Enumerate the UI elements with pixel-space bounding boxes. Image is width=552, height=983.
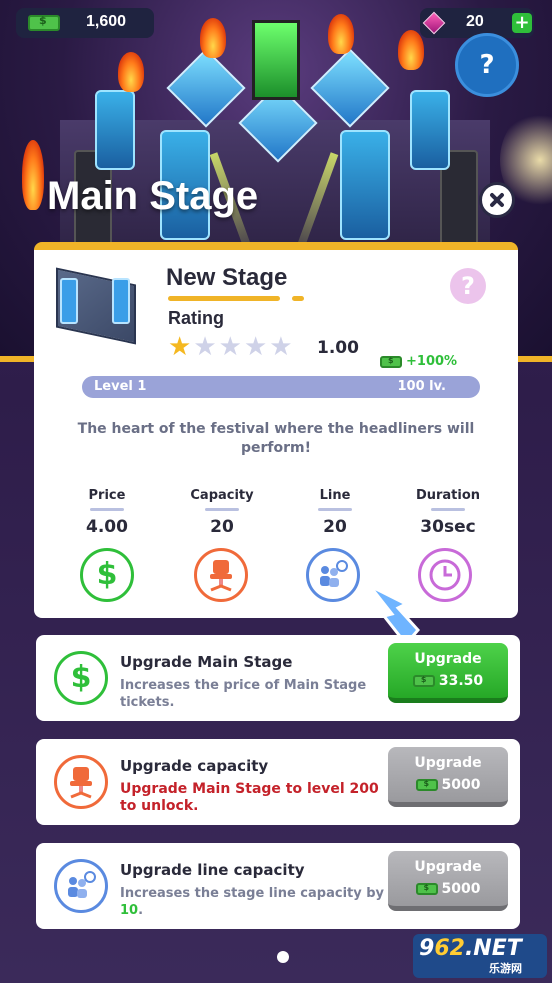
- upgrade-cost: 5000: [388, 777, 508, 793]
- rating-stars: ★★★★★: [168, 334, 295, 360]
- bonus-value: +100%: [406, 354, 458, 369]
- name-underline: [168, 296, 280, 301]
- light-tower: [95, 90, 135, 170]
- cash-value: 1,600: [86, 13, 127, 30]
- watermark-brand: 962.NET: [419, 936, 522, 961]
- rating-value: 1.00: [317, 338, 359, 358]
- stage-name: New Stage: [166, 264, 288, 291]
- video-screen: [252, 20, 300, 100]
- cash-icon: [28, 14, 60, 31]
- income-bonus: +100%: [380, 354, 457, 369]
- chair-icon: [54, 755, 108, 809]
- current-level: Level 1: [94, 379, 147, 394]
- upgrade-line-capacity-button[interactable]: Upgrade 5000: [388, 851, 508, 911]
- stage-description: The heart of the festival where the head…: [77, 421, 475, 456]
- chair-icon: [194, 548, 248, 602]
- diamond-light: [166, 48, 246, 128]
- upgrade-cost: 5000: [388, 881, 508, 897]
- stat-line: Line 20: [290, 488, 380, 537]
- stat-label: Line: [319, 488, 351, 503]
- upgrade-button-label: Upgrade: [414, 755, 482, 771]
- close-button[interactable]: [479, 182, 515, 218]
- upgrade-card-line-capacity: Upgrade line capacity Increases the stag…: [36, 843, 520, 929]
- page-indicator: [277, 951, 289, 963]
- upgrade-card-main-stage: $ Upgrade Main Stage Increases the price…: [36, 635, 520, 721]
- dollar-icon: $: [80, 548, 134, 602]
- buy-gems-button[interactable]: +: [512, 13, 532, 33]
- level-progress-bar: Level 1 100 lv.: [82, 376, 480, 398]
- light-tower: [340, 130, 390, 240]
- cash-icon: [415, 883, 438, 895]
- stat-label: Duration: [415, 488, 481, 503]
- stat-value: 20: [323, 517, 347, 537]
- upgrade-amount: 10: [120, 903, 139, 918]
- upgrade-title: Upgrade Main Stage: [120, 653, 293, 671]
- stat-value: 20: [210, 517, 234, 537]
- queue-icon: [306, 548, 360, 602]
- clock-icon: [418, 548, 472, 602]
- upgrade-description: Increases the price of Main Stage ticket…: [120, 678, 367, 710]
- stat-capacity: Capacity 20: [177, 488, 267, 537]
- dollar-icon: $: [54, 651, 108, 705]
- upgrade-title: Upgrade line capacity: [120, 861, 305, 879]
- flame: [328, 14, 354, 54]
- gem-value: 20: [466, 13, 484, 30]
- info-help-button[interactable]: ?: [450, 268, 486, 304]
- help-button[interactable]: ?: [455, 33, 519, 97]
- diamond-light: [310, 48, 390, 128]
- stage-building-icon: [48, 260, 144, 350]
- upgrade-lock-message: Upgrade Main Stage to level 200 to unloc…: [120, 781, 379, 814]
- stat-value: 4.00: [86, 517, 128, 537]
- rating-label: Rating: [168, 308, 224, 328]
- upgrade-button-label: Upgrade: [414, 859, 482, 875]
- stat-duration: Duration 30sec: [403, 488, 493, 537]
- upgrade-main-stage-button[interactable]: Upgrade 33.50: [388, 643, 508, 703]
- star-empty-icon: ★: [243, 332, 270, 362]
- flame: [118, 52, 144, 92]
- site-watermark: 962.NET 乐游网: [413, 934, 547, 978]
- light-tower: [410, 90, 450, 170]
- flame: [22, 140, 44, 210]
- upgrade-card-capacity: Upgrade capacity Upgrade Main Stage to l…: [36, 739, 520, 825]
- upgrade-button-label: Upgrade: [414, 651, 482, 667]
- star-filled-icon: ★: [168, 332, 194, 362]
- star-empty-icon: ★: [218, 332, 244, 362]
- cash-icon: [415, 779, 438, 791]
- stat-label: Price: [88, 488, 126, 503]
- upgrade-title: Upgrade capacity: [120, 757, 269, 775]
- stage-info-card: New Stage Rating ★★★★★ 1.00 ? +100% Leve…: [34, 242, 518, 618]
- flame: [200, 18, 226, 58]
- upgrade-cost: 33.50: [388, 673, 508, 689]
- upgrade-capacity-button[interactable]: Upgrade 5000: [388, 747, 508, 807]
- flame: [398, 30, 424, 70]
- queue-icon: [54, 859, 108, 913]
- stat-value: 30sec: [420, 517, 476, 537]
- upgrade-description: Increases the stage line capacity by 10.: [120, 886, 385, 918]
- name-underline: [292, 296, 304, 301]
- stat-label: Capacity: [190, 488, 254, 503]
- cash-icon: [412, 675, 435, 687]
- star-empty-icon: ★: [193, 332, 219, 362]
- cash-counter: 1,600: [16, 8, 154, 38]
- stat-price: Price 4.00: [62, 488, 152, 537]
- cash-icon: [380, 355, 402, 368]
- gem-icon: [422, 11, 446, 35]
- page-title: Main Stage: [47, 174, 259, 218]
- max-level: 100 lv.: [397, 379, 446, 394]
- watermark-sub: 乐游网: [489, 962, 522, 975]
- star-empty-icon: ★: [269, 332, 295, 362]
